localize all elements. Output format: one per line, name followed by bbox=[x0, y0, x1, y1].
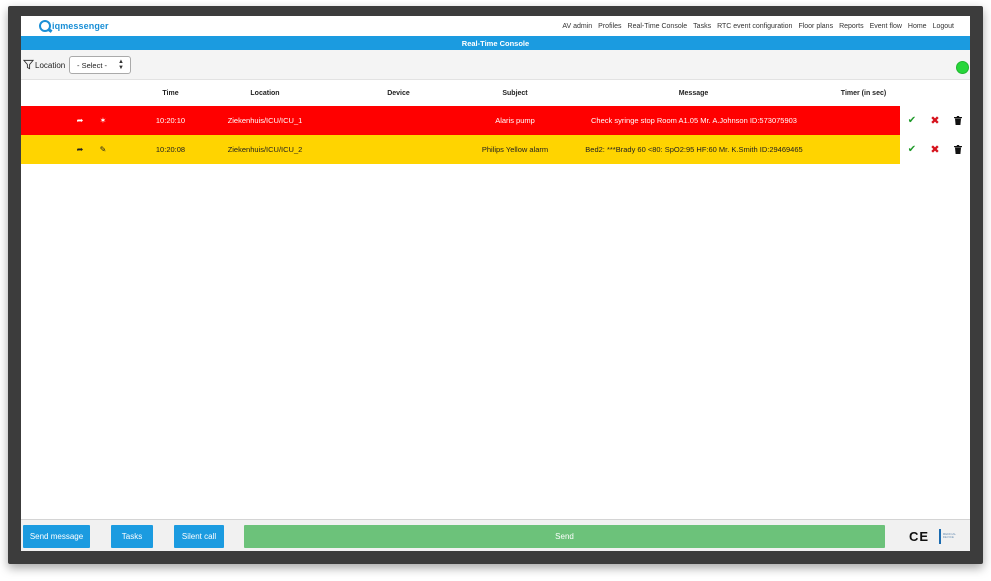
row-message: Check syringe stop Room A1.05 Mr. A.John… bbox=[591, 116, 797, 125]
delete-trash-icon[interactable] bbox=[948, 106, 968, 135]
header-location[interactable]: Location bbox=[225, 81, 305, 105]
silent-call-button[interactable]: Silent call bbox=[174, 525, 224, 548]
nav-reports[interactable]: Reports bbox=[839, 23, 864, 30]
medical-device-label: MEDICAL DEVICE bbox=[942, 531, 956, 539]
row-message: Bed2: ***Brady 60 <80: SpO2:95 HF:60 Mr.… bbox=[585, 145, 803, 154]
nav-real-time-console[interactable]: Real-Time Console bbox=[628, 23, 688, 30]
row-location: Ziekenhuis/ICU/ICU_2 bbox=[227, 145, 303, 154]
row-timer bbox=[831, 106, 896, 135]
row-device bbox=[376, 106, 421, 135]
header-timer[interactable]: Timer (in sec) bbox=[831, 81, 896, 105]
row-timer bbox=[831, 135, 896, 164]
accept-forward-icon[interactable]: ➦ bbox=[73, 106, 87, 135]
location-filter-label: Location bbox=[35, 61, 66, 70]
reject-x-icon[interactable]: ✖ bbox=[925, 106, 945, 135]
header-device[interactable]: Device bbox=[376, 81, 421, 105]
header-subject[interactable]: Subject bbox=[490, 81, 540, 105]
nav-rtc-event-configuration[interactable]: RTC event configuration bbox=[717, 23, 792, 30]
send-message-button[interactable]: Send message bbox=[23, 525, 90, 548]
logo-text: iqmessenger bbox=[52, 21, 109, 31]
location-select-value: - Select - bbox=[77, 60, 108, 70]
nav-menu: AV admin Profiles Real-Time Console Task… bbox=[562, 16, 954, 36]
reject-x-icon[interactable]: ✖ bbox=[925, 135, 945, 164]
nav-av-admin[interactable]: AV admin bbox=[562, 23, 592, 30]
table-row[interactable]: ➦ ✶ 10:20:10 Ziekenhuis/ICU/ICU_1 Alaris… bbox=[21, 106, 900, 135]
ce-mark: CE bbox=[909, 529, 930, 544]
top-navigation: iqmessenger AV admin Profiles Real-Time … bbox=[21, 16, 970, 36]
page-title: Real-Time Console bbox=[21, 36, 970, 50]
nav-tasks[interactable]: Tasks bbox=[693, 23, 711, 30]
alarm-bell-icon[interactable]: ✶ bbox=[96, 106, 110, 135]
tasks-button[interactable]: Tasks bbox=[111, 525, 153, 548]
row-actions: ✔ ✖ bbox=[900, 135, 970, 164]
accept-check-icon[interactable]: ✔ bbox=[902, 135, 922, 164]
table-row[interactable]: ➦ ✎ 10:20:08 Ziekenhuis/ICU/ICU_2 Philip… bbox=[21, 135, 900, 164]
select-caret-icon: ▲ ▼ bbox=[118, 59, 124, 71]
row-time: 10:20:10 bbox=[155, 116, 186, 125]
row-device bbox=[376, 135, 421, 164]
magnifier-logo-icon bbox=[39, 20, 51, 32]
row-location: Ziekenhuis/ICU/ICU_1 bbox=[227, 116, 303, 125]
app-logo[interactable]: iqmessenger bbox=[39, 17, 109, 35]
table-header: Time Location Device Subject Message Tim… bbox=[21, 81, 970, 105]
filter-bar: Location - Select - ▲ ▼ bbox=[21, 50, 970, 80]
row-subject: Alaris pump bbox=[495, 116, 535, 125]
accept-forward-icon[interactable]: ➦ bbox=[73, 135, 87, 164]
row-actions: ✔ ✖ bbox=[900, 106, 970, 135]
nav-floor-plans[interactable]: Floor plans bbox=[798, 23, 833, 30]
nav-home[interactable]: Home bbox=[908, 23, 927, 30]
nav-event-flow[interactable]: Event flow bbox=[870, 23, 902, 30]
medical-device-icon bbox=[939, 528, 941, 544]
delete-trash-icon[interactable] bbox=[948, 135, 968, 164]
header-message[interactable]: Message bbox=[661, 81, 726, 105]
app-screen: iqmessenger AV admin Profiles Real-Time … bbox=[21, 16, 970, 551]
filter-icon bbox=[23, 59, 34, 70]
location-select[interactable]: - Select - ▲ ▼ bbox=[69, 56, 131, 74]
medical-device-logo: MEDICAL DEVICE bbox=[939, 528, 965, 544]
row-subject: Philips Yellow alarm bbox=[481, 145, 549, 154]
bottom-action-bar: Send message Tasks Silent call Send CE M… bbox=[21, 519, 970, 551]
nav-profiles[interactable]: Profiles bbox=[598, 23, 621, 30]
row-time: 10:20:08 bbox=[155, 145, 186, 154]
connection-status-indicator bbox=[956, 61, 969, 74]
accept-check-icon[interactable]: ✔ bbox=[902, 106, 922, 135]
nav-logout[interactable]: Logout bbox=[933, 23, 954, 30]
edit-note-icon[interactable]: ✎ bbox=[96, 135, 110, 164]
header-time[interactable]: Time bbox=[148, 81, 193, 105]
send-button[interactable]: Send bbox=[244, 525, 885, 548]
